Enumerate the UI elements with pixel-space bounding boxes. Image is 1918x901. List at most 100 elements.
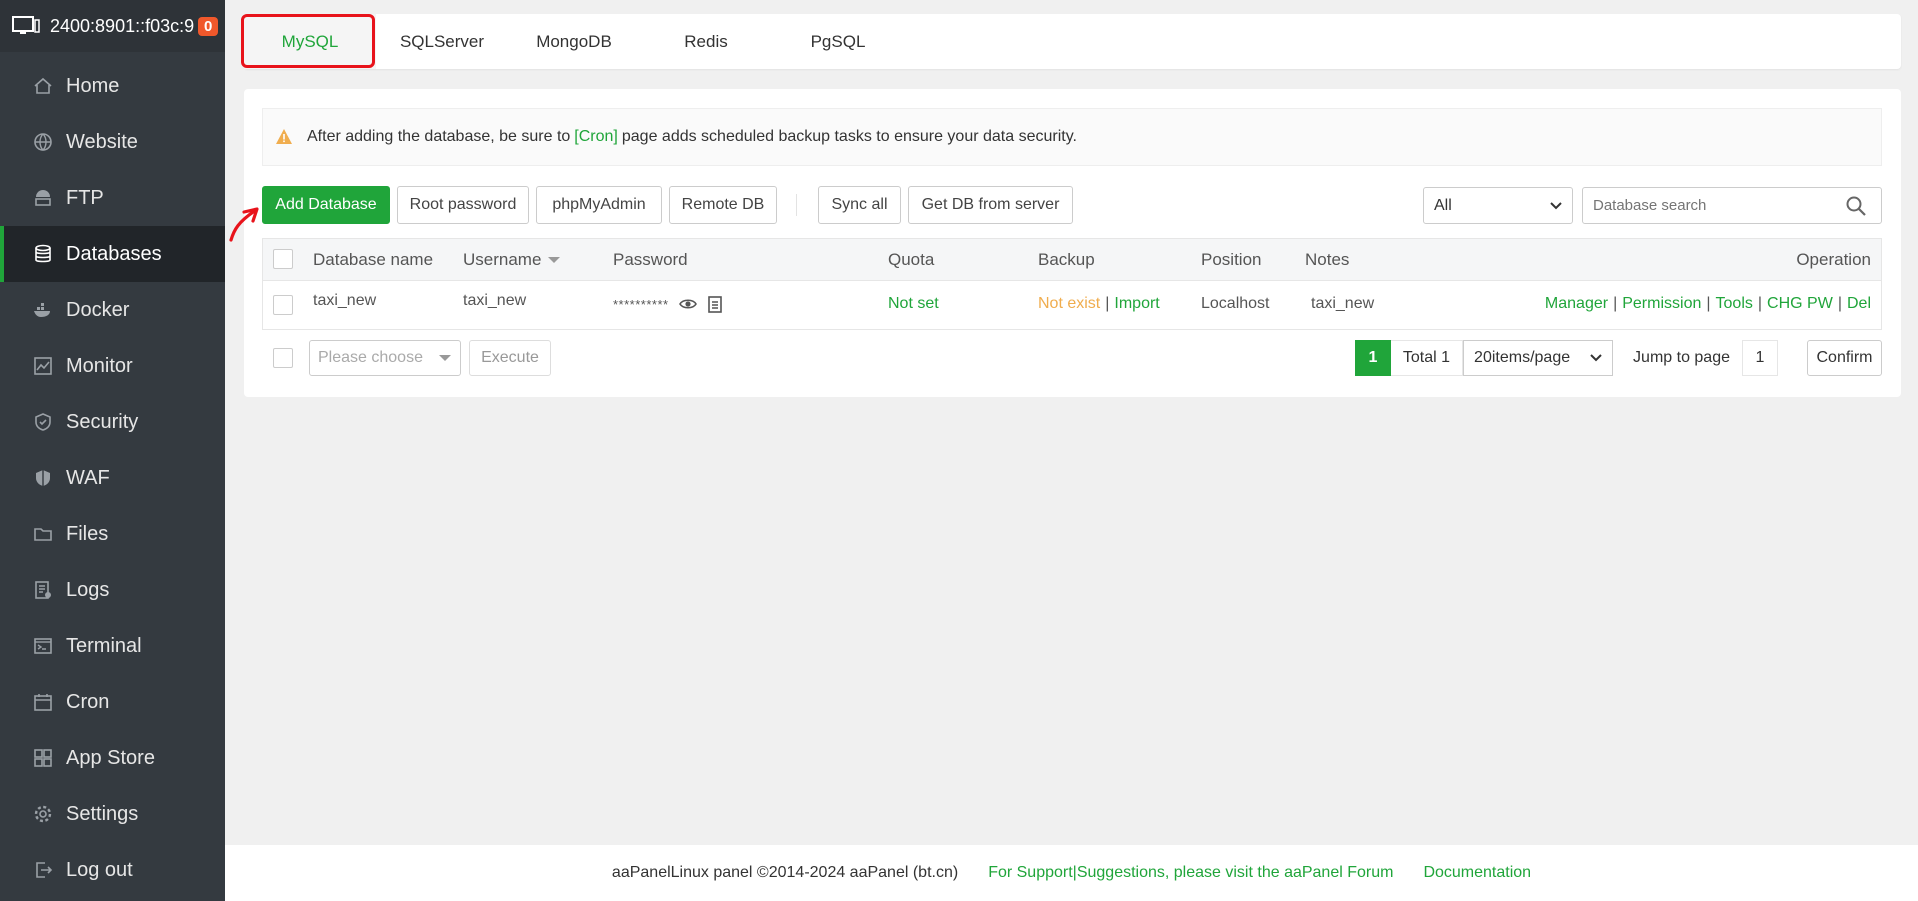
- select-all-checkbox[interactable]: [273, 249, 293, 269]
- manager-link[interactable]: Manager: [1545, 295, 1608, 312]
- execute-button[interactable]: Execute: [469, 340, 551, 376]
- folder-icon: [32, 523, 54, 545]
- tab-sqlserver[interactable]: SQLServer: [376, 14, 508, 69]
- root-password-button[interactable]: Root password: [397, 186, 529, 224]
- quota-value[interactable]: Not set: [888, 295, 939, 313]
- sidebar-item-cron[interactable]: Cron: [0, 674, 225, 730]
- batch-action-placeholder: Please choose: [318, 349, 423, 366]
- sidebar-item-label: Security: [66, 410, 139, 433]
- page-size-select[interactable]: 20items/page: [1463, 340, 1614, 376]
- sidebar-item-label: App Store: [66, 746, 155, 769]
- get-db-from-server-button[interactable]: Get DB from server: [908, 186, 1073, 224]
- tools-link[interactable]: Tools: [1716, 295, 1753, 312]
- sidebar-item-label: Files: [66, 522, 109, 545]
- sidebar-item-website[interactable]: Website: [0, 114, 225, 170]
- support-forum-link[interactable]: For Support|Suggestions, please visit th…: [988, 864, 1393, 882]
- phpmyadmin-button[interactable]: phpMyAdmin: [536, 186, 662, 224]
- sidebar-item-label: Cron: [66, 690, 110, 713]
- sync-all-button[interactable]: Sync all: [818, 186, 901, 224]
- cron-link[interactable]: [Cron]: [574, 128, 618, 146]
- backup-divider: |: [1105, 295, 1110, 312]
- caret-down-icon: [439, 355, 451, 361]
- header-position: Position: [1201, 249, 1262, 269]
- page-size-value: 20items/page: [1474, 349, 1571, 366]
- tab-mongodb[interactable]: MongoDB: [508, 14, 640, 69]
- batch-select-checkbox[interactable]: [273, 348, 293, 368]
- copy-icon[interactable]: [707, 295, 723, 313]
- sidebar-nav: Home Website FTP Databases Docker Monito…: [0, 58, 225, 898]
- database-name: taxi_new: [313, 292, 377, 309]
- monitor-icon: [32, 355, 54, 377]
- jump-page-input[interactable]: 1: [1742, 340, 1778, 376]
- terminal-icon: [32, 635, 54, 657]
- sidebar-item-terminal[interactable]: Terminal: [0, 618, 225, 674]
- sidebar-item-logout[interactable]: Log out: [0, 842, 225, 898]
- sidebar: 2400:8901::f03c:9 0 Home Website FTP Dat…: [0, 0, 225, 901]
- page-current[interactable]: 1: [1354, 340, 1391, 376]
- database-type-tabs: MySQL SQLServer MongoDB Redis PgSQL: [244, 14, 1901, 69]
- tab-pgsql[interactable]: PgSQL: [772, 14, 904, 69]
- tab-mysql[interactable]: MySQL: [244, 14, 376, 69]
- batch-and-pagination: Please choose Execute 1 Total 1 20items/…: [262, 340, 1882, 378]
- documentation-link[interactable]: Documentation: [1423, 864, 1531, 882]
- sidebar-item-label: Home: [66, 74, 120, 97]
- password-masked: **********: [613, 296, 669, 312]
- logout-icon: [32, 859, 54, 881]
- sidebar-item-home[interactable]: Home: [0, 58, 225, 114]
- server-ip: 2400:8901::f03c:9: [50, 15, 195, 36]
- backup-cell: Not exist | Import: [1038, 295, 1160, 313]
- import-link[interactable]: Import: [1114, 295, 1159, 312]
- add-database-button[interactable]: Add Database: [262, 186, 390, 224]
- sidebar-item-settings[interactable]: Settings: [0, 786, 225, 842]
- footer-copyright: aaPanelLinux panel ©2014-2024 aaPanel (b…: [611, 864, 959, 881]
- sidebar-item-docker[interactable]: Docker: [0, 282, 225, 338]
- sidebar-item-waf[interactable]: WAF: [0, 450, 225, 506]
- ops-divider: |: [1613, 295, 1618, 312]
- search-input[interactable]: [1583, 197, 1841, 214]
- permission-link[interactable]: Permission: [1622, 295, 1701, 312]
- sidebar-item-label: WAF: [66, 466, 110, 489]
- header-username[interactable]: Username: [463, 250, 561, 270]
- database-search: [1582, 187, 1882, 224]
- notes-value[interactable]: taxi_new: [1311, 295, 1374, 313]
- filter-select-value: All: [1434, 196, 1452, 214]
- home-icon: [32, 75, 54, 97]
- sidebar-item-ftp[interactable]: FTP: [0, 170, 225, 226]
- delete-link[interactable]: Del: [1847, 295, 1871, 312]
- sidebar-item-logs[interactable]: Logs: [0, 562, 225, 618]
- calendar-icon: [32, 691, 54, 713]
- confirm-button[interactable]: Confirm: [1807, 340, 1882, 376]
- backup-status[interactable]: Not exist: [1038, 295, 1100, 312]
- batch-action-select[interactable]: Please choose: [309, 340, 461, 376]
- warning-icon: [276, 129, 292, 144]
- header-quota: Quota: [888, 249, 935, 269]
- sidebar-item-databases[interactable]: Databases: [0, 226, 225, 282]
- sidebar-item-label: Log out: [66, 858, 133, 881]
- sidebar-item-security[interactable]: Security: [0, 394, 225, 450]
- sidebar-item-label: Website: [66, 130, 138, 153]
- notification-badge[interactable]: 0: [198, 16, 219, 36]
- ops-divider: |: [1837, 295, 1842, 312]
- sidebar-item-label: FTP: [66, 186, 104, 209]
- row-checkbox[interactable]: [273, 295, 293, 315]
- tab-redis[interactable]: Redis: [640, 14, 772, 69]
- ops-divider: |: [1757, 295, 1763, 312]
- header-database-name[interactable]: Database name: [313, 250, 433, 270]
- filter-select[interactable]: All: [1423, 187, 1573, 224]
- sidebar-item-label: Docker: [66, 298, 130, 321]
- alert-text-prefix: After adding the database, be sure to: [307, 128, 571, 145]
- eye-icon[interactable]: [678, 297, 697, 311]
- sidebar-item-app-store[interactable]: App Store: [0, 730, 225, 786]
- database-table: Database name Username Password Quota Ba…: [262, 238, 1882, 330]
- change-password-link[interactable]: CHG PW: [1767, 295, 1833, 312]
- shield-icon: [32, 411, 54, 433]
- logs-icon: [32, 579, 54, 601]
- sidebar-item-monitor[interactable]: Monitor: [0, 338, 225, 394]
- search-icon[interactable]: [1845, 195, 1867, 217]
- sidebar-item-files[interactable]: Files: [0, 506, 225, 562]
- sort-down-icon: [548, 256, 561, 263]
- remote-db-button[interactable]: Remote DB: [669, 186, 777, 224]
- page-total: Total 1: [1390, 340, 1464, 376]
- chevron-down-icon: [1590, 354, 1602, 362]
- sidebar-item-label: Logs: [66, 578, 110, 601]
